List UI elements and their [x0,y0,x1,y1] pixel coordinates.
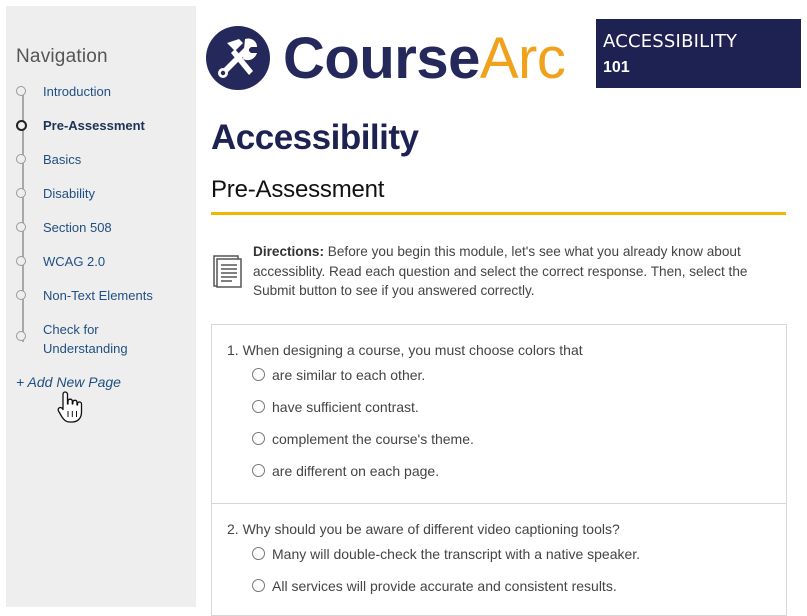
nav-step-marker [16,86,26,96]
logo-course-text: Course [283,26,480,91]
nav-step-marker [16,256,26,266]
nav-item-label: Disability [43,186,96,201]
radio-button[interactable] [252,400,265,413]
navigation-heading: Navigation [16,46,108,67]
radio-button[interactable] [252,368,265,381]
nav-step-marker [16,154,26,164]
option-label: have sufficient contrast. [272,399,419,415]
option-label: All services will provide accurate and c… [272,578,617,594]
nav-item-label: Non-Text Elements [43,288,153,303]
option-label: are different on each page. [272,463,440,479]
nav-item-label: Section 508 [43,220,112,235]
nav-item-label: WCAG 2.0 [43,254,106,269]
sidebar-navigation: Navigation Introduction Pre-Assessment B… [6,6,196,607]
question-divider [212,503,786,504]
document-icon [213,255,242,288]
question-2-text: 2. Why should you be aware of different … [227,521,620,537]
logo-wordmark: CourseArc [283,26,566,92]
directions-label: Directions: [253,244,325,259]
radio-button[interactable] [252,464,265,477]
quiz-panel: 1. When designing a course, you must cho… [211,324,787,616]
hand-pointer-cursor-icon [57,391,83,423]
radio-button[interactable] [252,579,265,592]
nav-step-marker [16,222,26,232]
add-new-page-link[interactable]: + Add New Page [16,374,121,390]
radio-button[interactable] [252,432,265,445]
course-badge-title: ACCESSIBILITY [603,31,738,52]
subtitle-underline-divider [211,212,786,215]
hammer-wrench-icon [206,26,270,90]
nav-item-label: Basics [43,152,82,167]
course-badge-number: 101 [603,59,630,76]
question-1-text: 1. When designing a course, you must cho… [227,342,583,358]
coursearc-logo[interactable]: CourseArc [205,24,575,92]
nav-step-marker [16,331,26,341]
nav-step-marker [16,188,26,198]
radio-button[interactable] [252,547,265,560]
option-label: complement the course's theme. [272,431,474,447]
nav-item-label: Pre-Assessment [43,118,145,133]
nav-item-label: Check for Understanding [43,322,128,356]
nav-step-marker-current [16,120,27,131]
nav-step-marker [16,290,26,300]
nav-item-check-for-understanding[interactable]: Check for Understanding [16,320,191,360]
directions-text: Directions: Before you begin this module… [253,242,778,301]
logo-arc-text: Arc [479,26,566,91]
page-subtitle: Pre-Assessment [211,176,385,203]
directions-body: Before you begin this module, let's see … [253,244,748,298]
page-title: Accessibility [211,118,419,157]
option-label: are similar to each other. [272,367,426,383]
nav-item-label: Introduction [43,84,111,99]
course-badge[interactable]: ACCESSIBILITY 101 [596,19,801,88]
option-label: Many will double-check the transcript wi… [272,546,641,562]
